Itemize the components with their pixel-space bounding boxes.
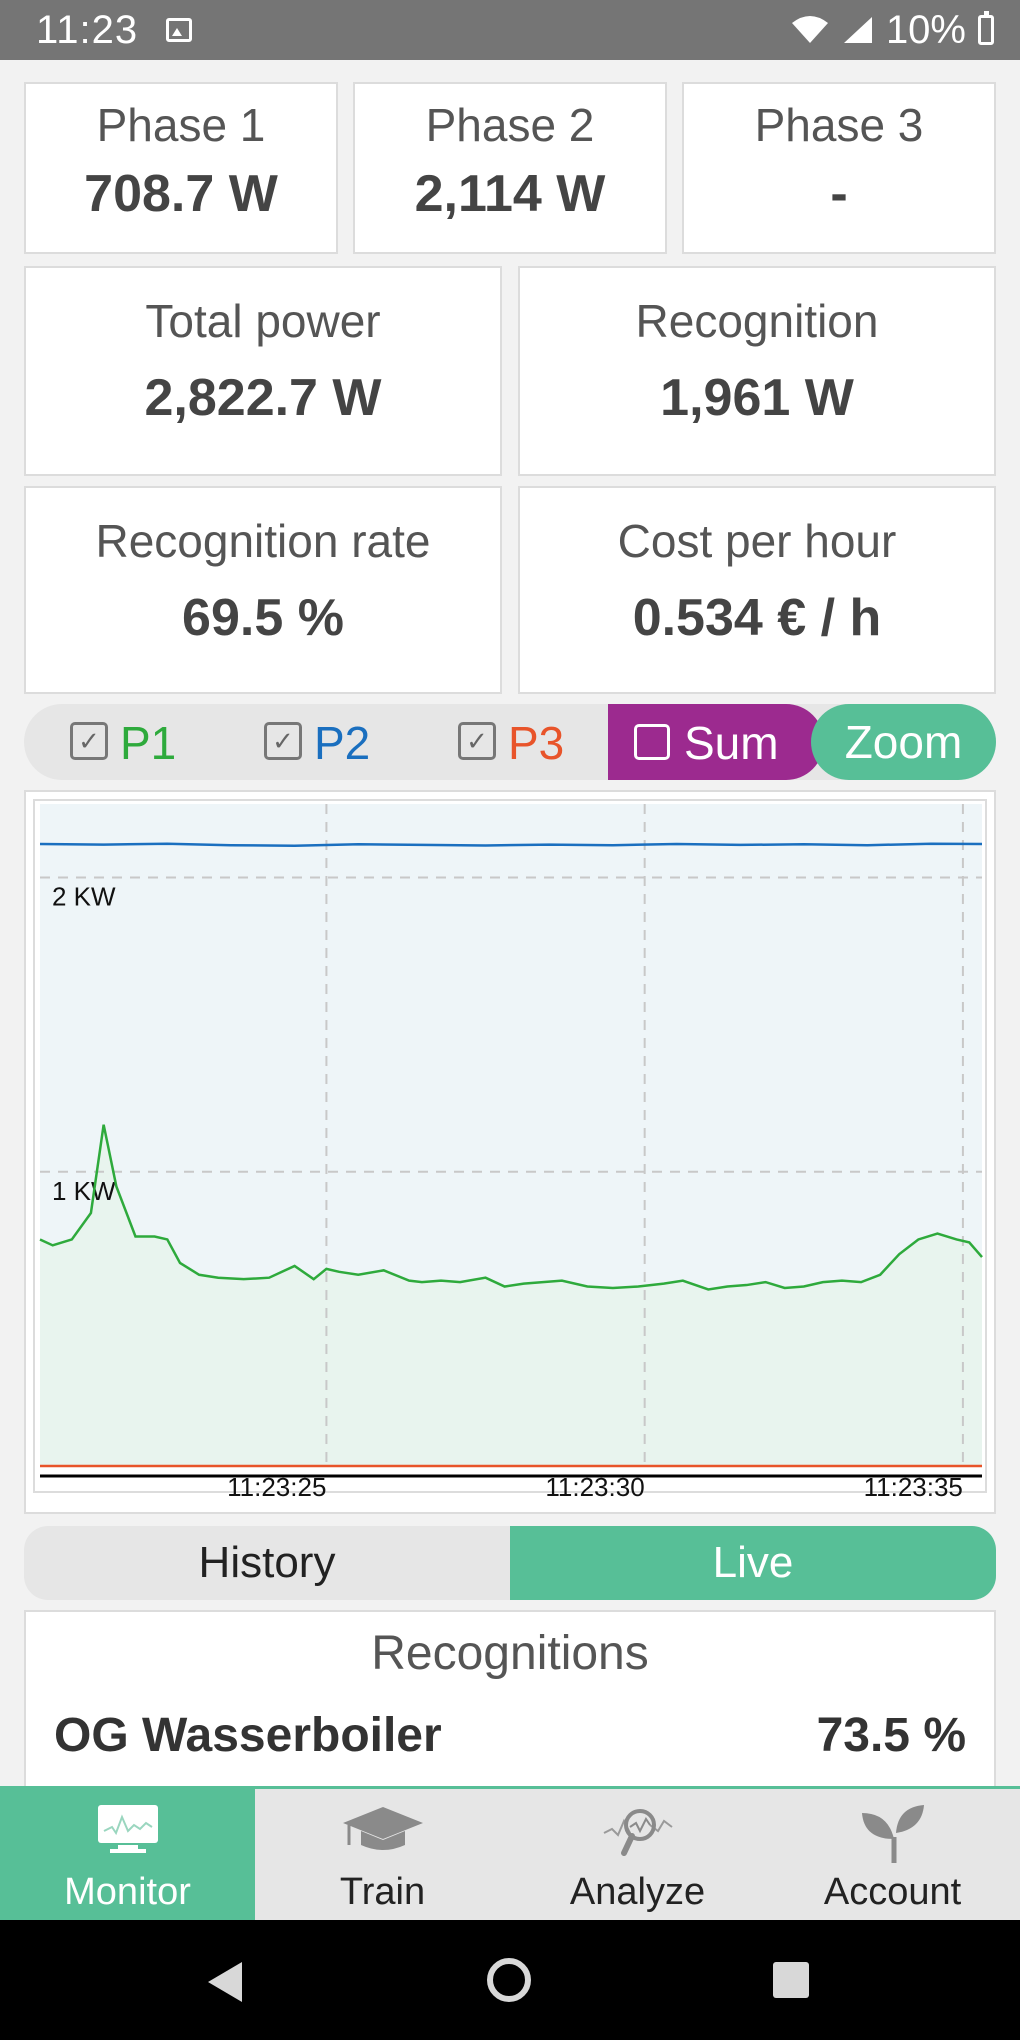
phase-3-card: Phase 3 -	[682, 82, 996, 254]
phase-2-card: Phase 2 2,114 W	[353, 82, 667, 254]
phase-1-label: Phase 1	[96, 99, 266, 151]
cost-per-hour-card: Cost per hour 0.534 € / h	[518, 486, 996, 694]
phase-3-value: -	[830, 165, 848, 223]
back-icon[interactable]	[208, 1962, 242, 2002]
system-navigation-bar	[0, 1920, 1020, 2040]
status-indicators: 10%	[790, 8, 994, 53]
nav-monitor-label: Monitor	[64, 1871, 191, 1913]
nav-monitor[interactable]: Monitor	[0, 1789, 255, 1920]
image-notification-icon	[166, 18, 193, 42]
recognition-value: 1,961 W	[660, 369, 854, 427]
home-icon[interactable]	[487, 1958, 531, 2002]
nav-train[interactable]: Train	[255, 1789, 510, 1920]
p3-toggle-label[interactable]: P3	[508, 716, 564, 770]
history-tab[interactable]: History	[24, 1526, 510, 1600]
live-tab[interactable]: Live	[510, 1526, 996, 1600]
p1-checkbox[interactable]: ✓	[70, 722, 108, 760]
total-power-value: 2,822.7 W	[144, 369, 382, 427]
sum-checkbox[interactable]	[634, 724, 670, 760]
bottom-navigation: Monitor Train Analyze Account	[0, 1786, 1020, 1920]
recognitions-title: Recognitions	[371, 1627, 649, 1680]
sum-toggle-button[interactable]: Sum	[608, 704, 824, 780]
nav-analyze[interactable]: Analyze	[510, 1789, 765, 1920]
monitor-icon	[97, 1805, 158, 1853]
nav-train-label: Train	[339, 1871, 426, 1913]
y-tick-label: 1 KW	[52, 1176, 116, 1206]
p3-checkbox[interactable]: ✓	[458, 722, 496, 760]
total-power-card: Total power 2,822.7 W	[24, 266, 502, 476]
wifi-icon	[791, 16, 828, 43]
recognition-item-value: 73.5 %	[816, 1709, 966, 1762]
cost-per-hour-label: Cost per hour	[617, 515, 897, 567]
phase-toggle-bar: ✓ P1 ✓ P2 ✓ P3 Sum Zoom	[24, 704, 996, 780]
total-power-label: Total power	[145, 295, 381, 347]
graduation-cap-icon	[342, 1807, 423, 1850]
p2-checkbox[interactable]: ✓	[264, 722, 302, 760]
status-time: 11:23	[36, 7, 139, 52]
recognition-rate-card: Recognition rate 69.5 %	[24, 486, 502, 694]
sum-toggle-label: Sum	[684, 717, 779, 769]
phase-1-card: Phase 1 708.7 W	[24, 82, 338, 254]
battery-percent: 10%	[885, 7, 966, 52]
nav-analyze-label: Analyze	[569, 1871, 706, 1913]
nav-account[interactable]: Account	[765, 1789, 1020, 1920]
nav-account-label: Account	[823, 1871, 962, 1913]
zoom-button[interactable]: Zoom	[811, 704, 996, 780]
y-tick-label: 2 KW	[52, 882, 116, 912]
recognitions-panel: Recognitions OG Wasserboiler 73.5 %	[24, 1610, 996, 1790]
recognition-rate-label: Recognition rate	[95, 515, 431, 567]
power-chart[interactable]: 2 KW 1 KW 11:23:25 11:23:30 11:23:35	[24, 790, 996, 1514]
cost-per-hour-value: 0.534 € / h	[632, 589, 882, 647]
recognition-rate-value: 69.5 %	[182, 589, 344, 647]
signal-icon	[843, 17, 872, 43]
phase-2-label: Phase 2	[425, 99, 595, 151]
recognition-label: Recognition	[635, 295, 879, 347]
power-chart-svg: 2 KW1 KW11:23:25 11:23:30 11:23:35	[33, 799, 987, 1502]
recognition-item-name[interactable]: OG Wasserboiler	[54, 1708, 442, 1763]
phase-3-label: Phase 3	[754, 99, 924, 151]
recent-apps-icon[interactable]	[773, 1962, 809, 1998]
recognition-card: Recognition 1,961 W	[518, 266, 996, 476]
sprout-icon	[861, 1805, 924, 1863]
p1-toggle-label[interactable]: P1	[120, 716, 176, 770]
p2-toggle-label[interactable]: P2	[314, 716, 370, 770]
phase-1-value: 708.7 W	[84, 165, 278, 223]
battery-icon	[978, 11, 994, 45]
phase-2-value: 2,114 W	[414, 165, 606, 223]
mode-switch: History Live	[24, 1526, 996, 1600]
analyze-icon	[603, 1809, 673, 1856]
status-bar: 11:23 10%	[0, 0, 1020, 60]
